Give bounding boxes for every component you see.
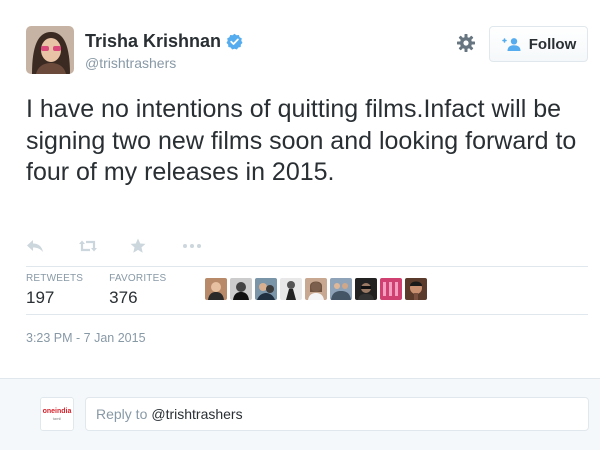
favorite-action[interactable] [130, 236, 182, 256]
favoriter-avatar[interactable] [330, 278, 352, 300]
tweet-text: I have no intentions of quitting films.I… [26, 95, 577, 186]
favoriter-avatar[interactable] [255, 278, 277, 300]
reply-prefix: Reply to [96, 406, 148, 422]
follow-button[interactable]: Follow [489, 26, 588, 62]
follow-label: Follow [528, 35, 577, 53]
user-name-text[interactable]: Trisha Krishnan [85, 31, 221, 52]
favoriter-avatar[interactable] [205, 278, 227, 300]
tweet-stats: RETWEETS 197 FAVORITES 376 [26, 273, 192, 313]
retweet-action[interactable] [78, 236, 130, 256]
reply-bar: oneindia tamil Reply to @trishtrashers [0, 378, 600, 450]
favoriter-avatar[interactable] [380, 278, 402, 300]
favorites-count: 376 [109, 288, 138, 307]
reply-action[interactable] [26, 236, 78, 256]
reply-icon [27, 240, 43, 252]
avatar[interactable] [26, 26, 74, 74]
favorites-label: FAVORITES [109, 273, 167, 284]
more-action[interactable] [182, 236, 234, 256]
user-handle[interactable]: @trishtrashers [85, 55, 176, 71]
oneindia-logo: oneindia [42, 407, 72, 415]
favorites-stat[interactable]: FAVORITES 376 [109, 273, 166, 313]
retweets-stat[interactable]: RETWEETS 197 [26, 273, 83, 313]
oneindia-logo-sub: tamil [52, 415, 62, 421]
favoriter-avatar[interactable] [405, 278, 427, 300]
favoriter-avatar[interactable] [280, 278, 302, 300]
tweet-card: Trisha Krishnan @trishtrashers Follow I … [0, 0, 600, 378]
user-name[interactable]: Trisha Krishnan [85, 31, 243, 52]
retweets-label: RETWEETS [26, 273, 84, 284]
add-user-icon [501, 38, 521, 51]
favoriter-avatar[interactable] [230, 278, 252, 300]
reply-avatar: oneindia tamil [40, 397, 74, 431]
reply-input[interactable]: Reply to @trishtrashers [85, 397, 589, 431]
divider [26, 266, 588, 267]
reply-mention: @trishtrashers [151, 406, 243, 422]
divider [26, 314, 588, 315]
gear-icon[interactable] [456, 33, 476, 53]
favoriter-avatars [205, 278, 427, 300]
favoriter-avatar[interactable] [305, 278, 327, 300]
favoriter-avatar[interactable] [355, 278, 377, 300]
verified-badge-icon [226, 33, 243, 50]
more-icon [183, 244, 201, 248]
retweet-icon [79, 240, 97, 252]
retweets-count: 197 [26, 288, 55, 307]
tweet-timestamp[interactable]: 3:23 PM - 7 Jan 2015 [26, 331, 146, 345]
favorite-icon [130, 238, 146, 253]
tweet-actions [26, 236, 234, 256]
